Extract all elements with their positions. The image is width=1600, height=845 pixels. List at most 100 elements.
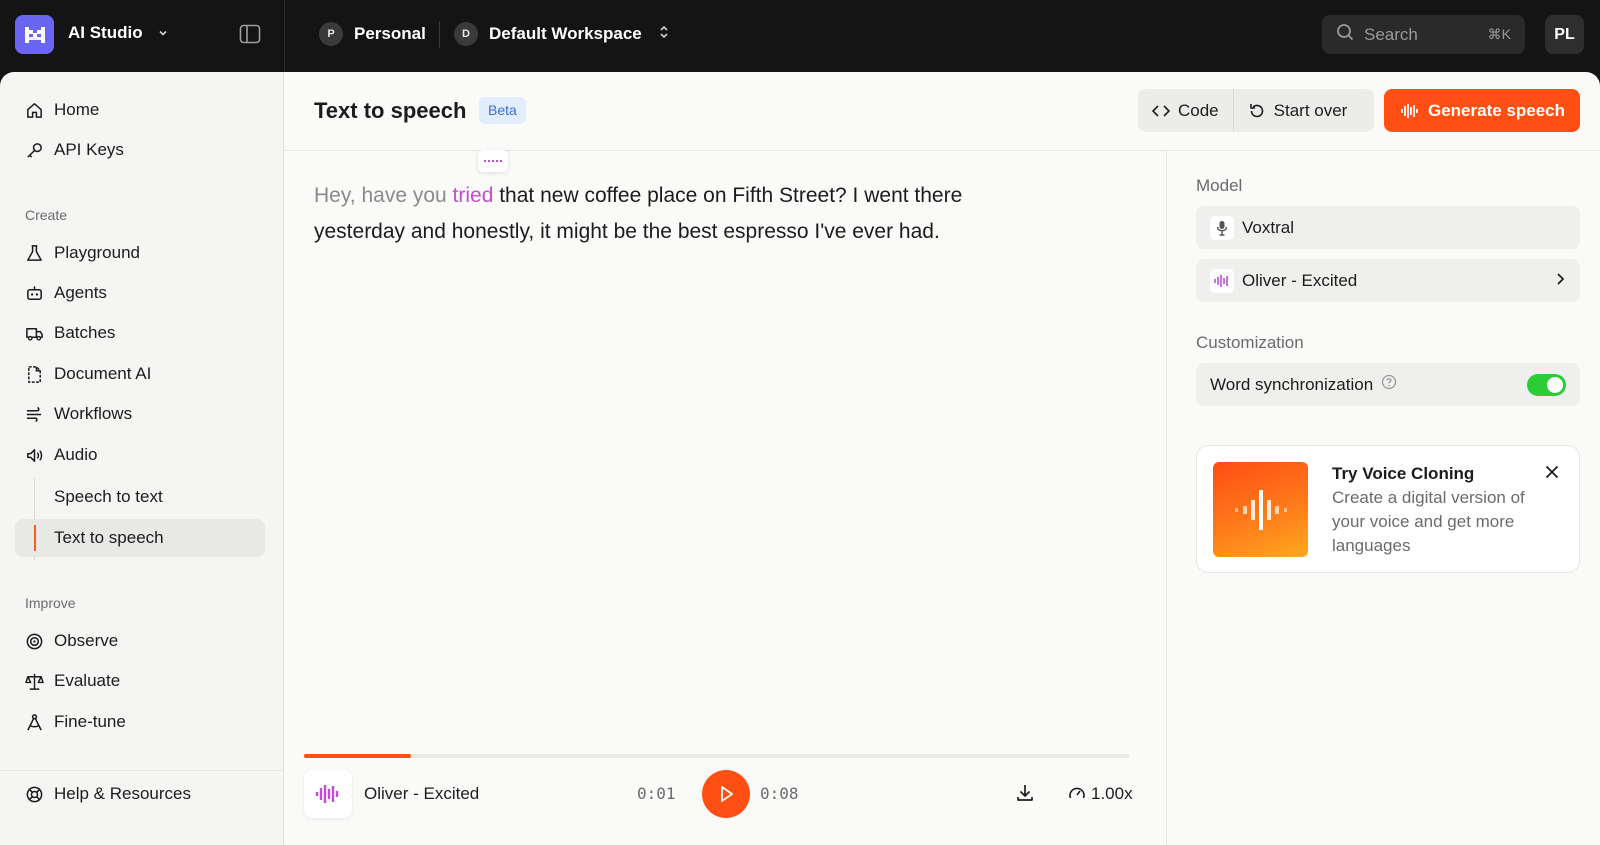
- workspace-badge: D: [454, 22, 478, 46]
- search-input[interactable]: Search ⌘K: [1322, 15, 1525, 54]
- workspace-switcher[interactable]: D Default Workspace: [454, 22, 670, 46]
- text-editor[interactable]: Hey, have you tried that new coffee plac…: [314, 178, 1054, 250]
- voice-waveform-icon: [315, 785, 339, 803]
- sidebar-item-help[interactable]: Help & Resources: [15, 775, 265, 813]
- sidebar-footer-divider: [0, 770, 283, 771]
- waveform-icon: [1401, 103, 1418, 118]
- org-name: Personal: [354, 24, 426, 43]
- spoken-text: Hey, have you: [314, 184, 453, 207]
- app-logo-icon[interactable]: [15, 15, 54, 54]
- topbar-divider: [284, 0, 285, 72]
- compass-icon: [27, 713, 42, 730]
- gauge-icon: [1069, 787, 1085, 799]
- model-value: Voxtral: [1242, 217, 1294, 237]
- word-sync-label: Word synchronization: [1210, 374, 1374, 394]
- active-indicator: [34, 525, 36, 551]
- sidebar-item-label: Evaluate: [54, 671, 121, 690]
- sidebar-item-label: API Keys: [54, 140, 124, 159]
- sidebar-item-document-ai[interactable]: Document AI: [15, 355, 265, 393]
- sidebar-item-label: Playground: [54, 243, 141, 262]
- sidebar-item-observe[interactable]: Observe: [15, 622, 265, 660]
- sidebar: Home API Keys Create Playground Agents B…: [0, 72, 284, 845]
- sidebar-item-audio[interactable]: Audio: [15, 436, 265, 474]
- playback-progress-bar[interactable]: [304, 754, 1129, 758]
- voice-cloning-promo-card: Try Voice Cloning Create a digital versi…: [1196, 445, 1580, 573]
- voice-waveform-icon: [1210, 268, 1234, 293]
- chevron-right-icon: [1554, 271, 1566, 291]
- robot-icon: [27, 285, 42, 300]
- scale-icon: [25, 673, 44, 690]
- play-button[interactable]: [702, 770, 750, 818]
- document-icon: [28, 365, 41, 383]
- sidebar-item-batches[interactable]: Batches: [15, 314, 265, 352]
- word-cursor-icon: [478, 150, 508, 172]
- sidebar-item-label: Audio: [54, 445, 98, 464]
- voice-value: Oliver - Excited: [1242, 270, 1358, 290]
- avatar[interactable]: PL: [1545, 15, 1584, 54]
- sidebar-item-home[interactable]: Home: [15, 91, 265, 129]
- word-sync-toggle[interactable]: [1527, 373, 1566, 396]
- sidebar-item-playground[interactable]: Playground: [15, 234, 265, 272]
- speaker-icon: [27, 448, 43, 462]
- download-icon[interactable]: [1015, 783, 1035, 808]
- flask-icon: [27, 244, 42, 261]
- voice-select[interactable]: Oliver - Excited: [1196, 259, 1580, 302]
- sidebar-item-fine-tune[interactable]: Fine-tune: [15, 703, 265, 741]
- workspace-name: Default Workspace: [489, 24, 642, 43]
- model-select[interactable]: Voxtral: [1196, 206, 1580, 249]
- sidebar-item-label: Batches: [54, 323, 116, 342]
- reset-icon: [1249, 103, 1263, 117]
- section-label-improve: Improve: [25, 595, 76, 611]
- model-label: Model: [1196, 176, 1243, 195]
- main-panel: Text to speech Beta Code Start over Gene…: [284, 72, 1600, 845]
- play-icon: [721, 786, 733, 802]
- start-over-label: Start over: [1273, 100, 1348, 120]
- sidebar-item-text-to-speech[interactable]: Text to speech: [15, 519, 265, 557]
- total-duration: 0:08: [760, 784, 799, 803]
- sidebar-item-api-keys[interactable]: API Keys: [15, 131, 265, 169]
- sidebar-item-label: Speech to text: [54, 487, 163, 506]
- help-icon[interactable]: [1381, 374, 1527, 395]
- sidebar-toggle-icon[interactable]: [239, 24, 261, 49]
- chevron-down-icon[interactable]: [157, 26, 169, 44]
- page-title: Text to speech: [314, 98, 467, 123]
- sidebar-item-label: Text to speech: [54, 528, 164, 547]
- home-icon: [27, 102, 42, 118]
- search-icon: [1336, 23, 1354, 46]
- sidebar-item-evaluate[interactable]: Evaluate: [15, 662, 265, 700]
- header-actions: Code Start over: [1138, 89, 1374, 132]
- sidebar-item-workflows[interactable]: Workflows: [15, 395, 265, 433]
- lifebuoy-icon: [26, 786, 43, 802]
- code-button-label: Code: [1178, 100, 1219, 120]
- playback-speed-button[interactable]: 1.00x: [1068, 784, 1133, 804]
- wind-icon: [26, 406, 42, 422]
- top-bar: AI Studio P Personal D Default Workspace…: [0, 0, 1600, 72]
- search-placeholder: Search: [1364, 24, 1418, 44]
- generate-speech-button[interactable]: Generate speech: [1384, 89, 1580, 132]
- code-button[interactable]: Code: [1138, 89, 1233, 132]
- voice-cloning-illustration-icon: [1213, 462, 1308, 557]
- search-shortcut: ⌘K: [1487, 26, 1511, 42]
- elapsed-time: 0:01: [637, 784, 676, 803]
- radar-icon: [26, 633, 43, 649]
- voice-thumbnail: [304, 770, 352, 818]
- org-switcher[interactable]: P Personal: [319, 22, 426, 46]
- sidebar-item-agents[interactable]: Agents: [15, 274, 265, 312]
- sidebar-item-label: Home: [54, 100, 100, 119]
- sidebar-item-speech-to-text[interactable]: Speech to text: [15, 478, 265, 516]
- word-sync-row: Word synchronization: [1196, 363, 1580, 406]
- player-voice-name: Oliver - Excited: [364, 784, 480, 803]
- code-icon: [1152, 104, 1170, 117]
- sidebar-item-label: Agents: [54, 283, 107, 302]
- playback-speed-value: 1.00x: [1091, 784, 1133, 803]
- section-label-create: Create: [25, 207, 68, 223]
- panel-divider: [1166, 151, 1167, 845]
- app-name[interactable]: AI Studio: [68, 23, 143, 43]
- key-icon: [27, 142, 42, 158]
- sidebar-item-label: Workflows: [54, 404, 133, 423]
- current-word: tried: [452, 184, 494, 207]
- sidebar-item-label: Document AI: [54, 364, 152, 383]
- truck-icon: [26, 327, 43, 341]
- start-over-button[interactable]: Start over: [1234, 89, 1362, 132]
- close-icon[interactable]: [1544, 464, 1560, 485]
